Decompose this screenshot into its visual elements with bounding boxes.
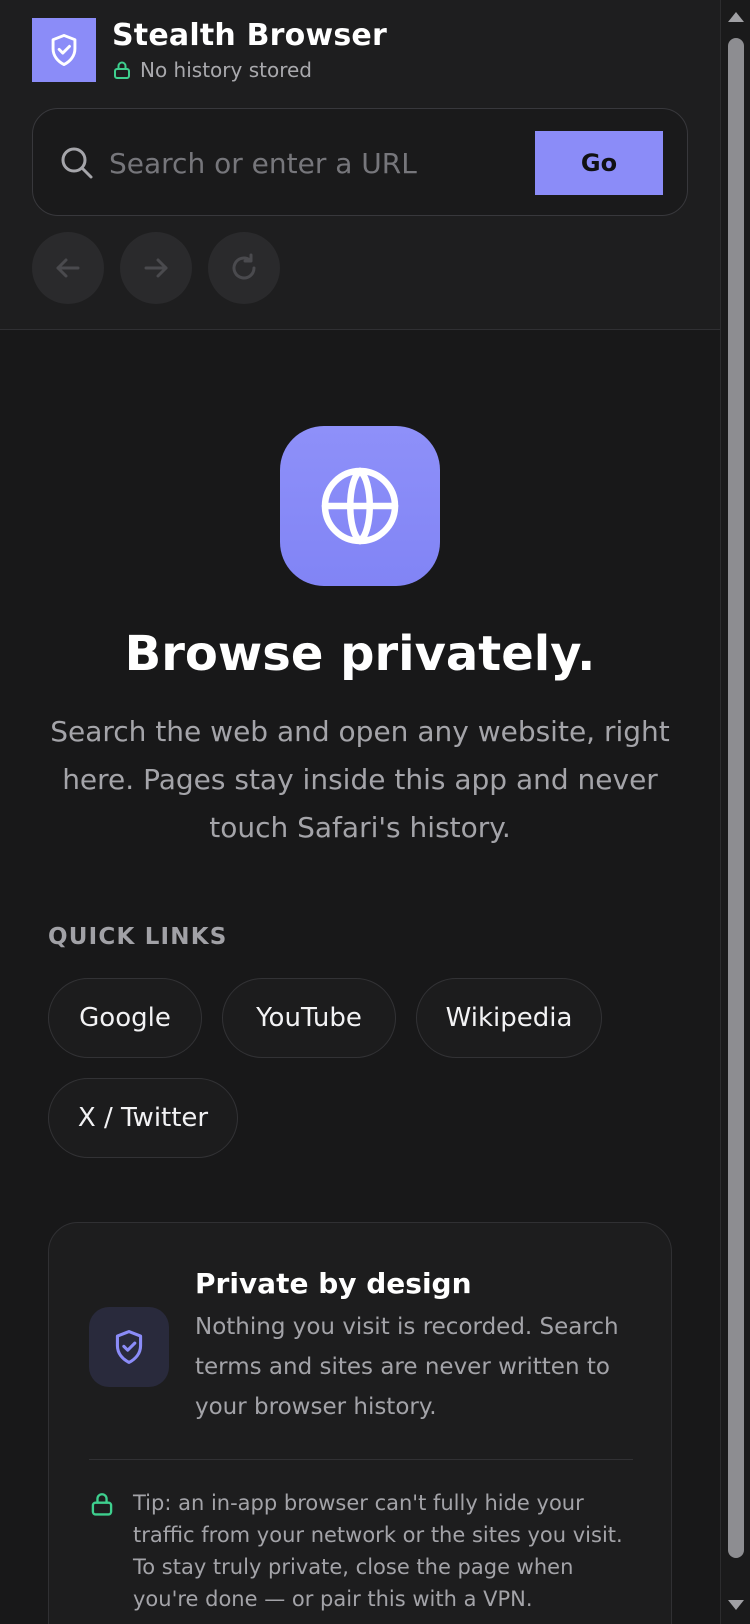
search-bar: Go	[32, 108, 688, 216]
quick-link-x-twitter[interactable]: X / Twitter	[48, 1078, 238, 1158]
scrollbar-thumb[interactable]	[728, 38, 744, 1558]
history-status-text: No history stored	[140, 58, 312, 82]
back-button[interactable]	[32, 232, 104, 304]
quick-links-label: QUICK LINKS	[48, 924, 228, 950]
card-title: Private by design	[195, 1267, 472, 1300]
card-shield-badge	[89, 1307, 169, 1387]
history-status: No history stored	[112, 58, 312, 82]
arrow-left-icon	[56, 258, 80, 278]
app-page: Stealth Browser No history stored Go	[0, 0, 720, 1624]
go-button[interactable]: Go	[535, 131, 663, 195]
reload-button[interactable]	[208, 232, 280, 304]
forward-button[interactable]	[120, 232, 192, 304]
quick-link-youtube[interactable]: YouTube	[222, 978, 396, 1058]
quick-link-wikipedia[interactable]: Wikipedia	[416, 978, 602, 1058]
privacy-tip: Tip: an in-app browser can't fully hide …	[133, 1491, 623, 1611]
scrollbar[interactable]	[720, 0, 750, 1624]
browser-header: Stealth Browser No history stored Go	[0, 0, 720, 330]
card-divider	[89, 1459, 633, 1460]
reload-icon	[232, 253, 256, 280]
card-text: Nothing you visit is recorded. Search te…	[195, 1314, 619, 1420]
quick-link-google[interactable]: Google	[48, 978, 202, 1058]
app-logo	[32, 18, 96, 82]
hero-description: Search the web and open any website, rig…	[50, 715, 670, 844]
search-icon	[61, 147, 93, 179]
search-input[interactable]	[109, 133, 519, 193]
scroll-down-arrow-icon[interactable]	[728, 1600, 744, 1610]
hero-title: Browse privately.	[124, 626, 596, 682]
shield-check-icon	[115, 1330, 143, 1364]
lock-icon	[114, 61, 130, 79]
lock-icon	[91, 1493, 113, 1516]
shield-check-icon	[51, 33, 77, 67]
arrow-right-icon	[144, 258, 168, 278]
scroll-up-arrow-icon[interactable]	[728, 12, 744, 22]
app-title: Stealth Browser	[112, 18, 387, 53]
hero-globe-badge	[280, 426, 440, 586]
private-by-design-card: Private by design Nothing you visit is r…	[48, 1222, 672, 1624]
globe-icon	[321, 467, 399, 545]
